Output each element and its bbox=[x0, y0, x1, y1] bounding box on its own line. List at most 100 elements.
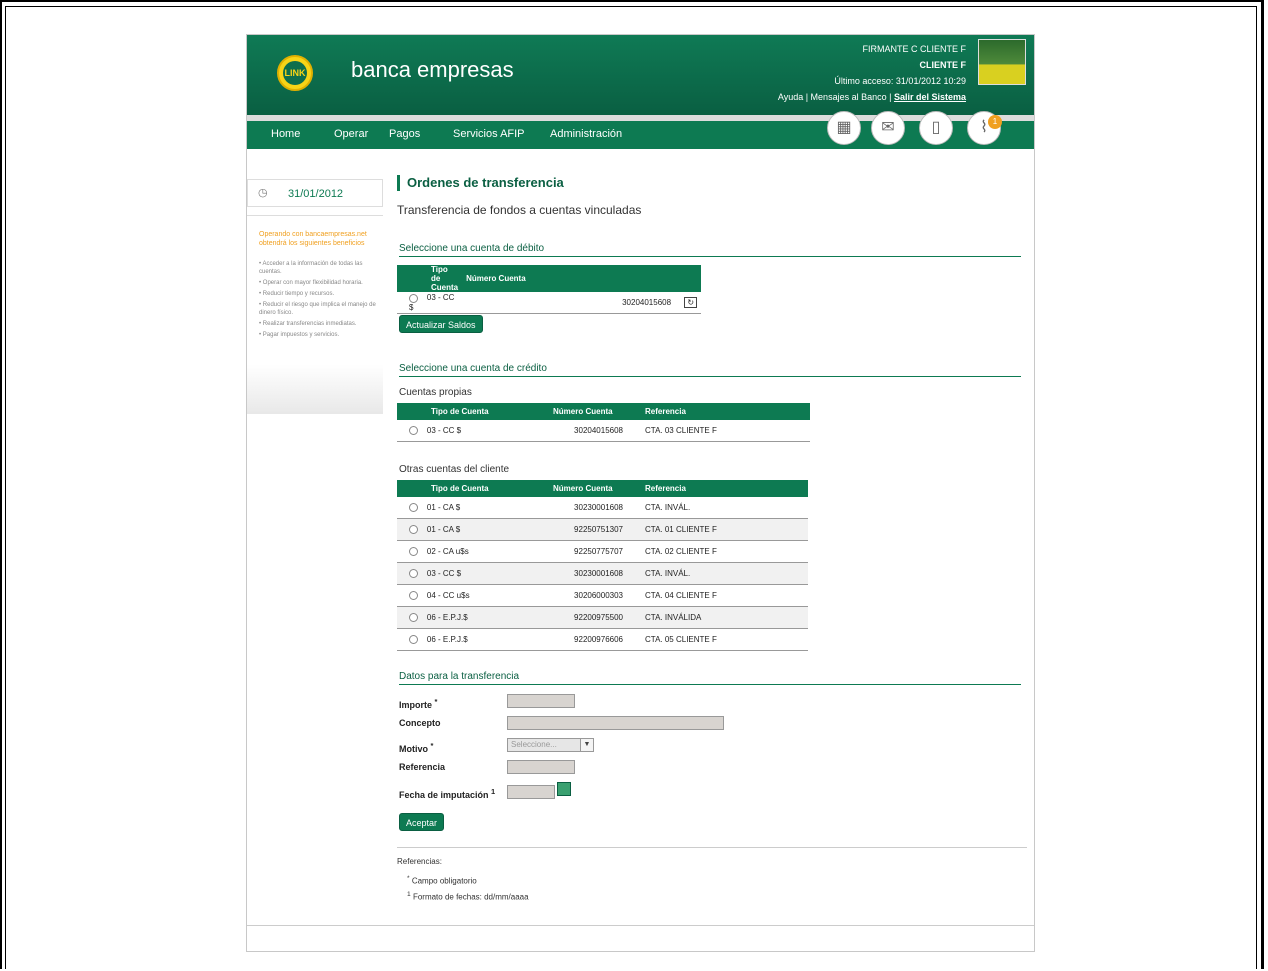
calendar-icon[interactable]: ▦ bbox=[827, 111, 861, 145]
account-number: 92200975500 bbox=[574, 613, 623, 622]
account-type: 06 - E.P.J.$ bbox=[426, 612, 468, 622]
col-tipo: Tipo de Cuenta bbox=[397, 265, 463, 292]
account-number: 30206000303 bbox=[574, 591, 623, 600]
clock-icon: ◷ bbox=[258, 187, 268, 199]
logout-link[interactable]: Salir del Sistema bbox=[894, 92, 966, 102]
account-type: 01 - CA $ bbox=[426, 502, 461, 512]
col-referencia: Referencia bbox=[641, 480, 808, 497]
page-title: Ordenes de transferencia bbox=[397, 175, 564, 191]
motivo-select[interactable]: Seleccione... ▼ bbox=[507, 738, 594, 752]
account-reference: CTA. 02 CLIENTE F bbox=[645, 547, 717, 556]
account-number: 30204015608 bbox=[574, 426, 623, 435]
account-number: 30230001608 bbox=[574, 503, 623, 512]
ref-date-format: 1 Formato de fechas: dd/mm/aaaa bbox=[407, 891, 529, 902]
table-row[interactable]: 01 - CA $ 30230001608 CTA. INVÁL. bbox=[397, 497, 808, 519]
table-row[interactable]: 02 - CA u$s 92250775707 CTA. 02 CLIENTE … bbox=[397, 540, 808, 563]
account-reference: CTA. 05 CLIENTE F bbox=[645, 635, 717, 644]
radio-button[interactable] bbox=[409, 569, 418, 579]
table-row[interactable]: 06 - E.P.J.$ 92200976606 CTA. 05 CLIENTE… bbox=[397, 628, 808, 651]
table-row[interactable]: 03 - CC $ 30230001608 CTA. INVÁL. bbox=[397, 562, 808, 585]
radio-button[interactable] bbox=[409, 503, 418, 513]
account-reference: CTA. 01 CLIENTE F bbox=[645, 525, 717, 534]
account-reference: CTA. 04 CLIENTE F bbox=[645, 591, 717, 600]
radio-button[interactable] bbox=[409, 591, 418, 601]
radio-button[interactable] bbox=[409, 293, 418, 303]
radio-button[interactable] bbox=[409, 635, 418, 645]
account-type: 03 - CC $ bbox=[426, 568, 462, 578]
logo-text: LINK bbox=[283, 61, 307, 85]
table-row[interactable]: 03 - CC $ 30204015608 ↻ bbox=[397, 292, 702, 314]
accept-button[interactable]: Aceptar bbox=[399, 813, 445, 831]
importe-label: Importe * bbox=[399, 697, 438, 710]
page-subtitle: Transferencia de fondos a cuentas vincul… bbox=[397, 203, 642, 217]
nav-operar[interactable]: Operar bbox=[334, 128, 368, 140]
benefit-item: • Pagar impuestos y servicios. bbox=[259, 332, 340, 338]
book-icon[interactable]: ▯ bbox=[919, 111, 953, 145]
account-type: 01 - CA $ bbox=[426, 524, 461, 534]
own-accounts-label: Cuentas propias bbox=[399, 387, 472, 398]
benefit-item: • Realizar transferencias inmediatas. bbox=[259, 321, 357, 327]
debit-table: Tipo de Cuenta Número Cuenta 03 - CC $ 3… bbox=[397, 265, 702, 314]
concepto-input[interactable] bbox=[507, 716, 724, 730]
divider bbox=[397, 847, 1027, 848]
benefit-item: • Reducir el riesgo que implica el manej… bbox=[259, 302, 376, 316]
nav-administracion[interactable]: Administración bbox=[550, 128, 622, 140]
radio-button[interactable] bbox=[409, 613, 418, 623]
notification-badge: 1 bbox=[988, 115, 1002, 129]
benefit-item: • Operar con mayor flexibilidad horaria. bbox=[259, 280, 363, 286]
benefit-item: • Reducir tiempo y recursos. bbox=[259, 291, 335, 297]
nav-pagos[interactable]: Pagos bbox=[389, 128, 420, 140]
account-number: 92250751307 bbox=[574, 525, 623, 534]
help-messages-links[interactable]: Ayuda | Mensajes al Banco | bbox=[778, 92, 892, 102]
refs-title: Referencias: bbox=[397, 857, 442, 866]
table-row[interactable]: 04 - CC u$s 30206000303 CTA. 04 CLIENTE … bbox=[397, 584, 808, 607]
refresh-icon[interactable]: ↻ bbox=[684, 297, 698, 308]
table-row[interactable]: 01 - CA $ 92250751307 CTA. 01 CLIENTE F bbox=[397, 518, 808, 541]
transfer-section-title: Datos para la transferencia bbox=[399, 671, 1021, 685]
account-type: 04 - CC u$s bbox=[426, 590, 470, 600]
concepto-label: Concepto bbox=[399, 718, 441, 728]
user-info: FIRMANTE C CLIENTE F CLIENTE F Último ac… bbox=[778, 41, 966, 105]
other-accounts-table: Tipo de Cuenta Número Cuenta Referencia … bbox=[397, 480, 808, 651]
importe-input[interactable] bbox=[507, 694, 575, 708]
col-numero: Número Cuenta bbox=[462, 265, 702, 292]
col-numero: Número Cuenta bbox=[549, 480, 641, 497]
calendar-picker-icon[interactable] bbox=[557, 782, 571, 796]
col-referencia: Referencia bbox=[641, 403, 810, 420]
debit-section-title: Seleccione una cuenta de débito bbox=[399, 243, 1021, 257]
table-row[interactable]: 03 - CC $ 30204015608 CTA. 03 CLIENTE F bbox=[397, 420, 810, 442]
nav-home[interactable]: Home bbox=[271, 128, 300, 140]
nav-servicios-afip[interactable]: Servicios AFIP bbox=[453, 128, 525, 140]
col-tipo: Tipo de Cuenta bbox=[397, 480, 549, 497]
main-nav: Home Operar Pagos Servicios AFIP Adminis… bbox=[247, 111, 1034, 149]
credit-section-title: Seleccione una cuenta de crédito bbox=[399, 363, 1021, 377]
benefits-heading: Operando con bancaempresas.net obtendrá … bbox=[259, 231, 367, 247]
motivo-placeholder: Seleccione... bbox=[511, 740, 557, 749]
radio-button[interactable] bbox=[409, 525, 418, 535]
account-number: 92200976606 bbox=[574, 635, 623, 644]
envelope-icon[interactable]: ✉ bbox=[871, 111, 905, 145]
fecha-input[interactable] bbox=[507, 785, 555, 799]
sidebar-date-box: ◷ 31/01/2012 bbox=[247, 179, 383, 207]
chevron-down-icon[interactable]: ▼ bbox=[580, 739, 593, 751]
benefits-list: • Acceder a la información de todas las … bbox=[259, 260, 377, 342]
account-reference: CTA. 03 CLIENTE F bbox=[645, 426, 717, 435]
benefit-item: • Acceder a la información de todas las … bbox=[259, 261, 363, 275]
col-tipo: Tipo de Cuenta bbox=[397, 403, 549, 420]
link-logo[interactable]: LINK bbox=[277, 55, 313, 91]
referencia-input[interactable] bbox=[507, 760, 575, 774]
header-links: Ayuda | Mensajes al Banco | Salir del Si… bbox=[778, 89, 966, 105]
header: LINK banca empresas FIRMANTE C CLIENTE F… bbox=[247, 35, 1034, 115]
motivo-label: Motivo * bbox=[399, 741, 434, 754]
radio-button[interactable] bbox=[409, 426, 418, 436]
brand-title: banca empresas bbox=[351, 57, 514, 82]
update-balances-button[interactable]: Actualizar Saldos bbox=[399, 315, 483, 333]
referencia-label: Referencia bbox=[399, 762, 446, 772]
cliente-name: CLIENTE F bbox=[919, 60, 967, 70]
radio-button[interactable] bbox=[409, 547, 418, 557]
account-number: 30204015608 bbox=[622, 298, 672, 307]
table-row[interactable]: 06 - E.P.J.$ 92200975500 CTA. INVÁLIDA bbox=[397, 606, 808, 629]
footer-line bbox=[247, 925, 1034, 926]
col-numero: Número Cuenta bbox=[549, 403, 641, 420]
account-type: 02 - CA u$s bbox=[426, 546, 469, 556]
